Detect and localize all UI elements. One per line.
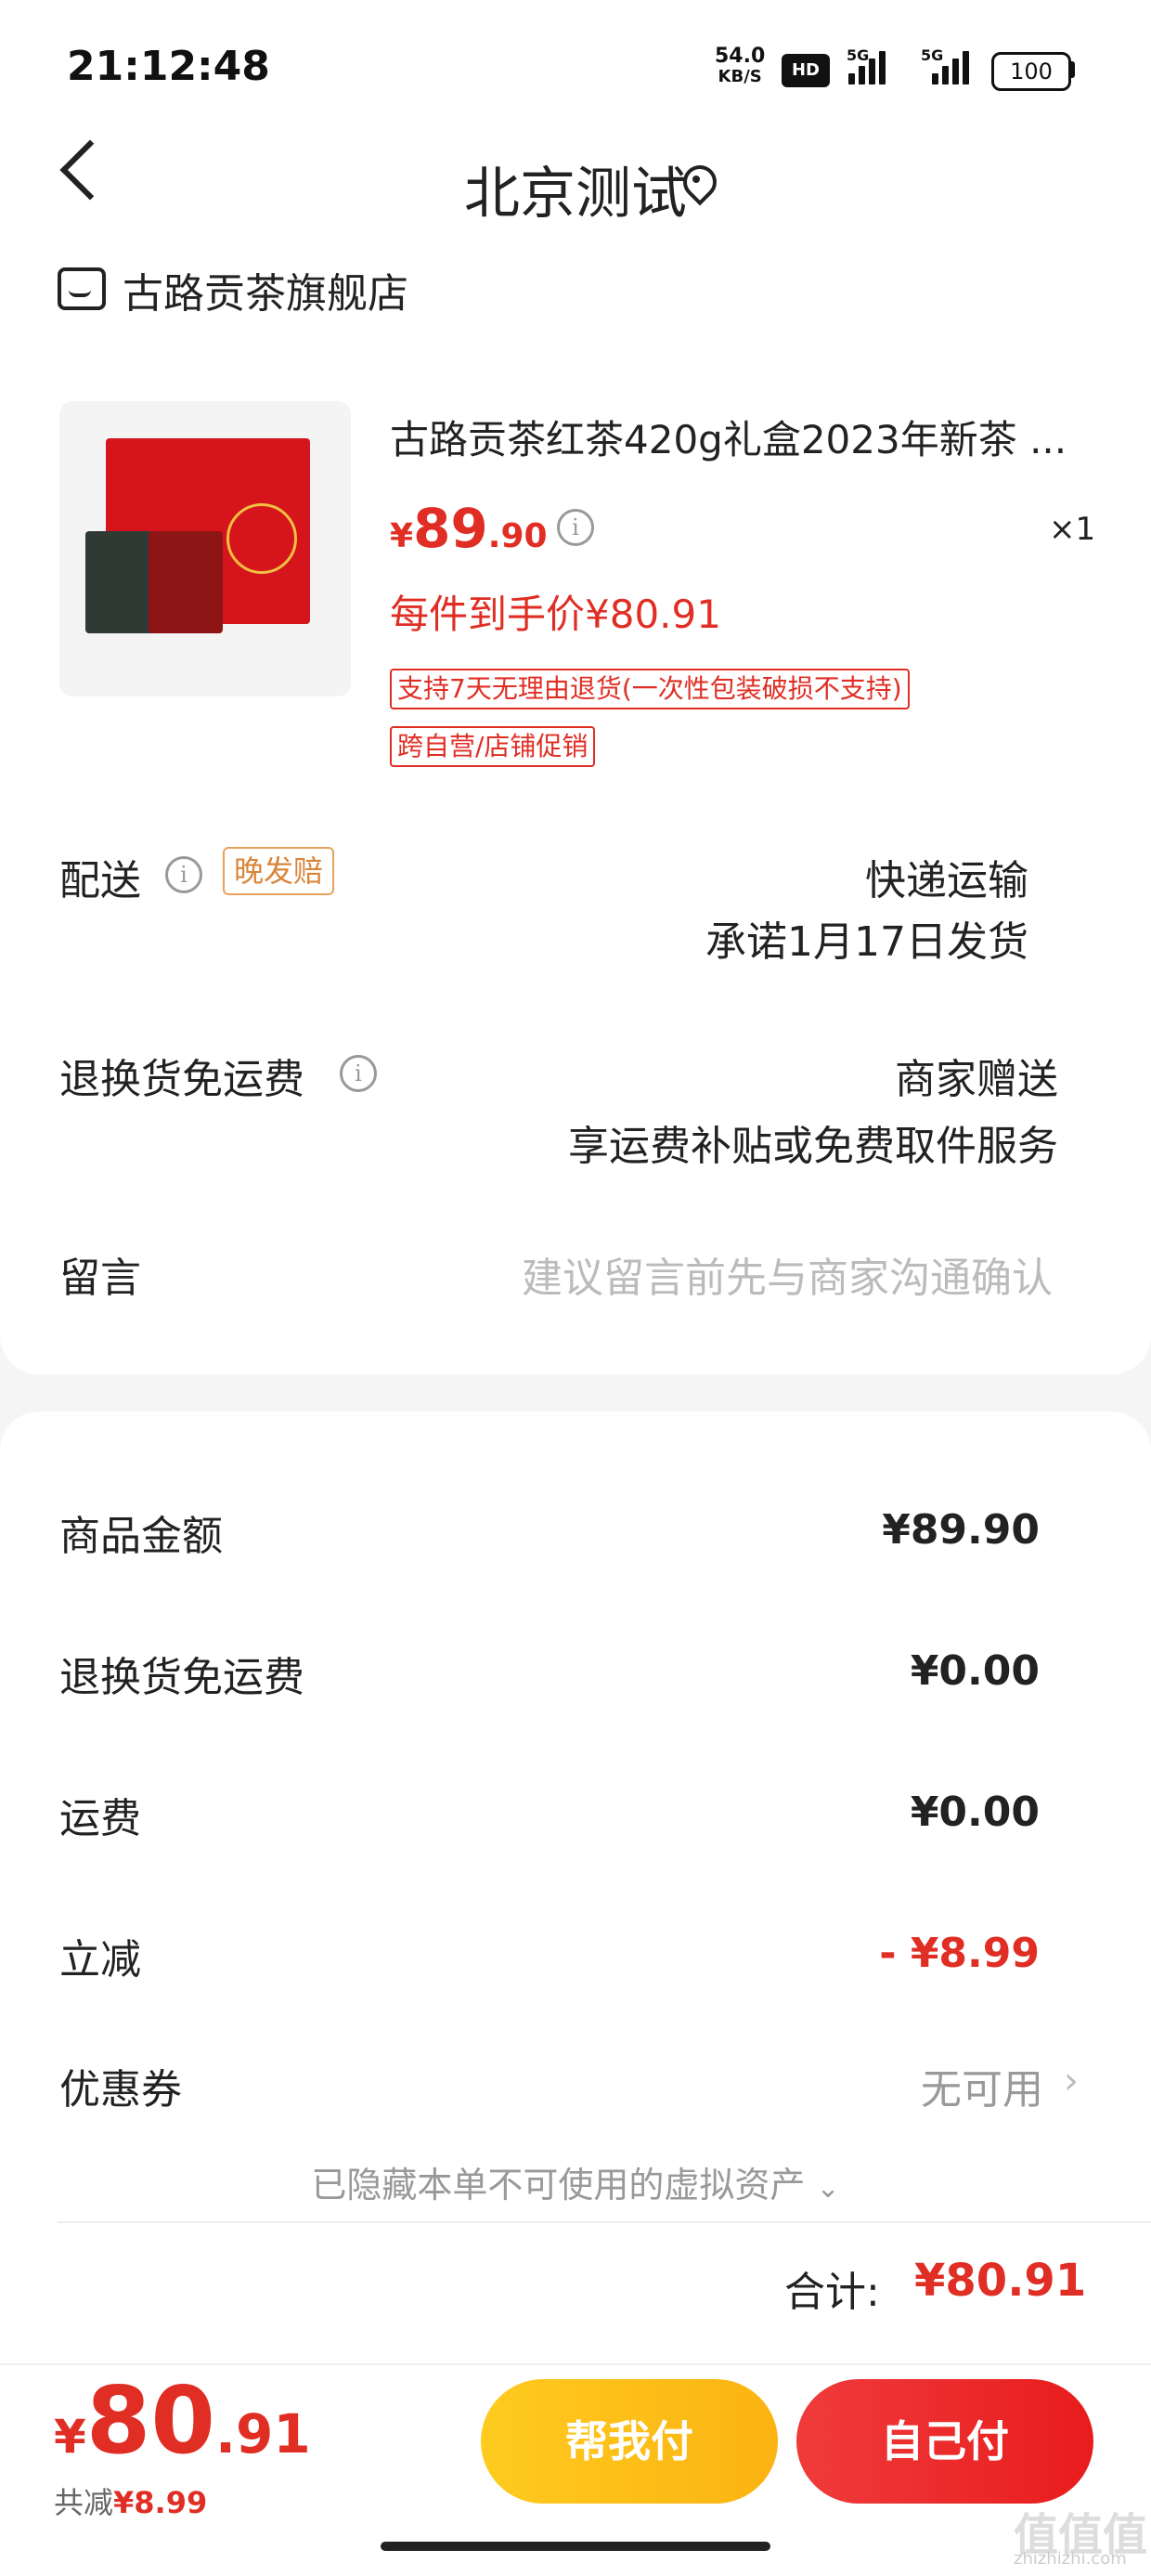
late-compensation-badge: 晚发赔 bbox=[223, 847, 335, 895]
network-speed-unit: KB/S bbox=[718, 67, 762, 86]
delivery-info-icon[interactable]: i bbox=[165, 856, 202, 893]
return-shipping-label: 退换货免运费 bbox=[59, 1056, 304, 1103]
price-decimal: .90 bbox=[487, 517, 548, 555]
product-name[interactable]: 古路贡茶红茶420g礼盒2023年新茶 ... bbox=[390, 409, 1095, 465]
hidden-assets-text: 已隐藏本单不可使用的虚拟资产 bbox=[311, 2165, 806, 2205]
store-icon bbox=[58, 267, 106, 310]
pay-amount: ¥80.91 bbox=[54, 2366, 311, 2475]
coupon-label: 优惠券 bbox=[59, 2066, 182, 2114]
goods-amount-label: 商品金额 bbox=[59, 1513, 223, 1560]
saved-label: 共减 bbox=[54, 2485, 114, 2520]
home-indicator[interactable] bbox=[381, 2542, 770, 2551]
pay-symbol: ¥ bbox=[54, 2410, 86, 2464]
chevron-right-icon[interactable]: › bbox=[1064, 2060, 1079, 2102]
signal-bars-icon bbox=[848, 51, 895, 85]
return-shipping-info-icon[interactable]: i bbox=[340, 1055, 377, 1092]
pay-integer: 80 bbox=[85, 2366, 215, 2475]
self-pay-button[interactable]: 自己付 bbox=[796, 2379, 1093, 2504]
price-symbol: ¥ bbox=[390, 517, 414, 555]
pay-decimal: .91 bbox=[214, 2402, 311, 2465]
shipping-fee-value: ¥0.00 bbox=[910, 1789, 1040, 1836]
total-label: 合计: bbox=[784, 2269, 880, 2316]
coupon-value[interactable]: 无可用 bbox=[743, 2056, 1043, 2115]
delivery-label: 配送 bbox=[59, 857, 141, 904]
total-value: ¥80.91 bbox=[914, 2255, 1087, 2307]
help-pay-button[interactable]: 帮我付 bbox=[481, 2379, 778, 2504]
promotion-tag: 跨自营/店铺促销 bbox=[390, 726, 596, 767]
battery-icon: 100 bbox=[991, 52, 1071, 91]
return-policy-tag: 支持7天无理由退货(一次性包装破损不支持) bbox=[390, 669, 910, 709]
unit-price: 每件到手价¥80.91 bbox=[390, 592, 721, 637]
message-label: 留言 bbox=[59, 1255, 141, 1302]
hd-icon: HD bbox=[782, 54, 830, 87]
delivery-promise: 承诺1月17日发货 bbox=[705, 918, 1028, 966]
goods-amount-value: ¥89.90 bbox=[882, 1506, 1040, 1554]
watermark-site: zhizhizhi.com bbox=[1014, 2549, 1127, 2569]
tea-can-red bbox=[149, 531, 223, 633]
delivery-method[interactable]: 快递运输 bbox=[650, 847, 1028, 906]
product-image[interactable] bbox=[59, 401, 351, 696]
total-saved: 共减¥8.99 bbox=[54, 2479, 207, 2522]
return-shipping-detail: 享运费补贴或免费取件服务 bbox=[568, 1123, 1058, 1170]
divider bbox=[58, 2221, 1151, 2223]
discount-label: 立减 bbox=[59, 1936, 141, 1984]
saved-value: ¥8.99 bbox=[113, 2485, 208, 2520]
signal-bars-2-icon bbox=[932, 51, 978, 85]
return-fee-label: 退换货免运费 bbox=[59, 1654, 304, 1701]
shipping-fee-label: 运费 bbox=[59, 1795, 141, 1842]
store-name[interactable]: 古路贡茶旗舰店 bbox=[123, 260, 408, 319]
price-info-icon[interactable]: i bbox=[557, 509, 594, 546]
product-price: ¥89.90 bbox=[390, 497, 548, 560]
network-speed-value: 54.0 bbox=[715, 45, 766, 68]
message-input[interactable]: 建议留言前先与商家沟通确认 bbox=[446, 1244, 1053, 1304]
gift-box-seal bbox=[226, 503, 297, 574]
status-time: 21:12:48 bbox=[67, 43, 270, 90]
location-pin-dot bbox=[692, 176, 700, 183]
page-title[interactable]: 北京测试 bbox=[0, 149, 1151, 229]
hidden-assets-toggle[interactable]: 已隐藏本单不可使用的虚拟资产 ⌄ bbox=[0, 2156, 1151, 2207]
battery-tip bbox=[1069, 61, 1075, 78]
return-fee-value: ¥0.00 bbox=[910, 1647, 1040, 1695]
chevron-down-icon: ⌄ bbox=[816, 2172, 840, 2205]
discount-value: - ¥8.99 bbox=[879, 1930, 1040, 1977]
return-shipping-value: 商家赠送 bbox=[895, 1056, 1058, 1103]
network-speed: 54.0 KB/S bbox=[715, 46, 765, 87]
price-integer: 89 bbox=[413, 497, 488, 560]
product-quantity: ×1 bbox=[1049, 511, 1096, 548]
